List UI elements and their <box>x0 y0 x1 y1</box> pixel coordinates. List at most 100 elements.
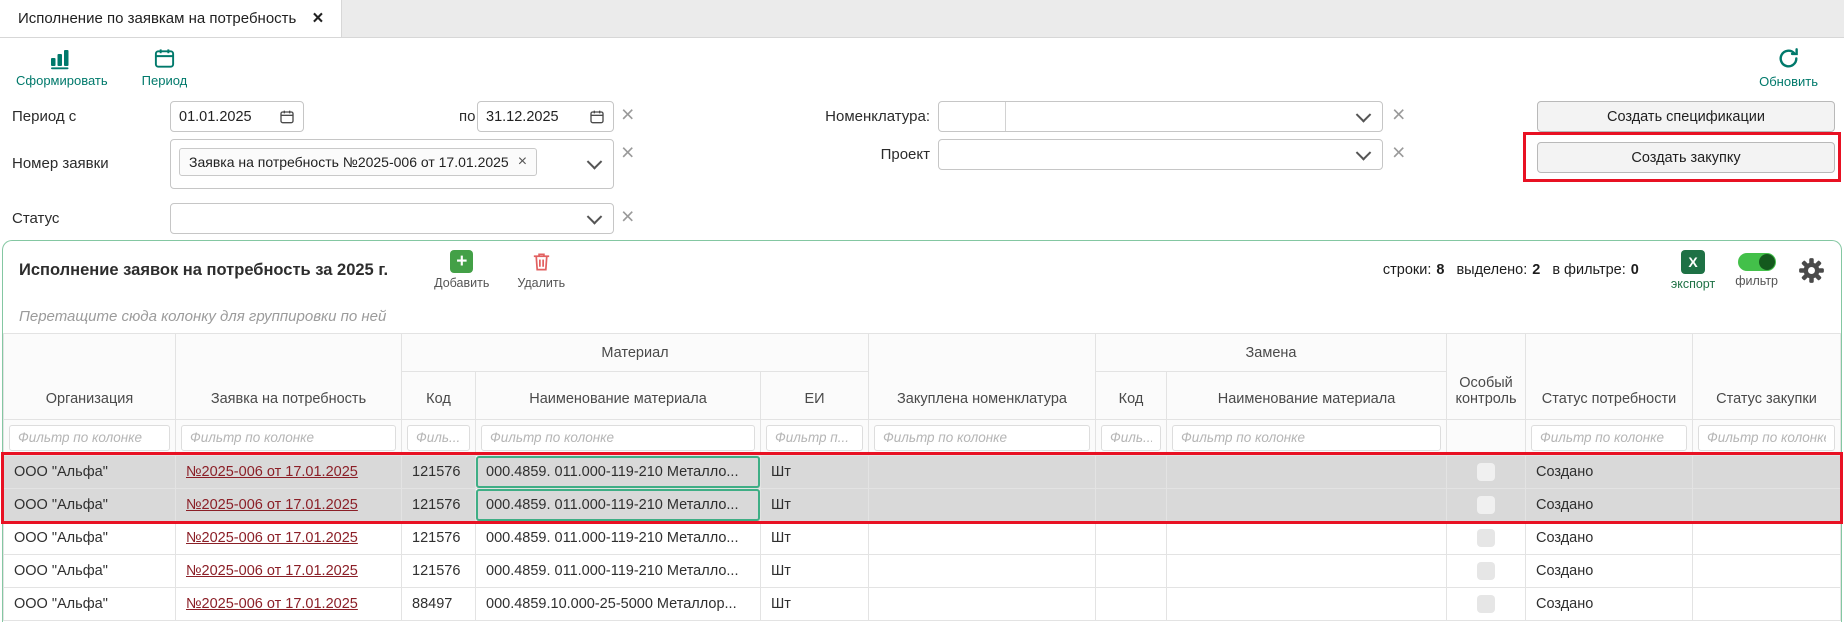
table-row[interactable]: ООО "Альфа" №2025-006 от 17.01.2025 1215… <box>4 489 1841 522</box>
cell-org[interactable]: ООО "Альфа" <box>4 522 176 555</box>
chevron-down-icon[interactable] <box>587 209 603 225</box>
add-row-button[interactable]: + Добавить <box>434 250 489 290</box>
col-header-org[interactable]: Организация <box>4 334 176 420</box>
request-link[interactable]: №2025-006 от 17.01.2025 <box>186 596 358 612</box>
project-select[interactable] <box>938 139 1383 170</box>
delete-row-button[interactable]: Удалить <box>517 250 565 290</box>
create-specifications-button[interactable]: Создать спецификации <box>1537 101 1835 132</box>
cell-unit[interactable]: Шт <box>761 555 869 588</box>
nomenclature-select[interactable] <box>938 101 1383 132</box>
cell-purchase-status[interactable] <box>1693 456 1841 489</box>
cell-material-name[interactable]: 000.4859. 011.000-119-210 Металло... <box>476 555 761 588</box>
cell-org[interactable]: ООО "Альфа" <box>4 489 176 522</box>
cell-special-control[interactable] <box>1447 522 1526 555</box>
clear-period-icon[interactable]: × <box>621 103 634 126</box>
cell-request[interactable]: №2025-006 от 17.01.2025 <box>176 588 402 621</box>
tab-close-icon[interactable]: × <box>312 9 323 28</box>
filter-input-request[interactable] <box>181 425 396 451</box>
selected-request-tag[interactable]: Заявка на потребность №2025-006 от 17.01… <box>179 148 537 176</box>
cell-material-name[interactable]: 000.4859. 011.000-119-210 Металло... <box>476 456 761 489</box>
col-header-code[interactable]: Код <box>402 372 476 420</box>
nomenclature-code-segment[interactable] <box>939 102 1006 131</box>
request-link[interactable]: №2025-006 от 17.01.2025 <box>186 563 358 579</box>
filter-input-code[interactable] <box>407 425 470 451</box>
cell-code[interactable]: 121576 <box>402 522 476 555</box>
cell-need-status[interactable]: Создано <box>1526 456 1693 489</box>
period-to-field[interactable] <box>477 101 614 132</box>
cell-purchase-status[interactable] <box>1693 489 1841 522</box>
period-to-input[interactable] <box>486 109 574 125</box>
cell-purchase-status[interactable] <box>1693 555 1841 588</box>
table-row[interactable]: ООО "Альфа" №2025-006 от 17.01.2025 1215… <box>4 522 1841 555</box>
filter-input-org[interactable] <box>9 425 170 451</box>
cell-request[interactable]: №2025-006 от 17.01.2025 <box>176 456 402 489</box>
cell-unit[interactable]: Шт <box>761 522 869 555</box>
calendar-icon[interactable] <box>589 109 605 125</box>
cell-replacement-name[interactable] <box>1167 489 1447 522</box>
cell-replacement-name[interactable] <box>1167 522 1447 555</box>
clear-nomenclature-icon[interactable]: × <box>1392 103 1405 126</box>
cell-special-control[interactable] <box>1447 456 1526 489</box>
cell-need-status[interactable]: Создано <box>1526 522 1693 555</box>
cell-need-status[interactable]: Создано <box>1526 588 1693 621</box>
cell-org[interactable]: ООО "Альфа" <box>4 588 176 621</box>
cell-purchase-status[interactable] <box>1693 522 1841 555</box>
cell-purchase-status[interactable] <box>1693 588 1841 621</box>
cell-material-name[interactable]: 000.4859. 011.000-119-210 Металло... <box>476 489 761 522</box>
period-button[interactable]: Период <box>142 47 188 88</box>
cell-code[interactable]: 88497 <box>402 588 476 621</box>
cell-request[interactable]: №2025-006 от 17.01.2025 <box>176 522 402 555</box>
period-from-input[interactable] <box>179 109 267 125</box>
cell-replacement-name[interactable] <box>1167 588 1447 621</box>
request-link[interactable]: №2025-006 от 17.01.2025 <box>186 497 358 513</box>
status-select[interactable] <box>170 203 614 234</box>
filter-toggle[interactable]: фильтр <box>1735 253 1778 288</box>
cell-unit[interactable]: Шт <box>761 489 869 522</box>
table-row[interactable]: ООО "Альфа" №2025-006 от 17.01.2025 1215… <box>4 555 1841 588</box>
cell-replacement-name[interactable] <box>1167 555 1447 588</box>
calendar-icon[interactable] <box>279 109 295 125</box>
table-row[interactable]: ООО "Альфа" №2025-006 от 17.01.2025 1215… <box>4 456 1841 489</box>
cell-replacement-code[interactable] <box>1096 588 1167 621</box>
cell-code[interactable]: 121576 <box>402 456 476 489</box>
chevron-down-icon[interactable] <box>1356 145 1372 161</box>
cell-purchased[interactable] <box>869 522 1096 555</box>
cell-code[interactable]: 121576 <box>402 489 476 522</box>
col-header-replacement-name[interactable]: Наименование материала <box>1167 372 1447 420</box>
period-from-field[interactable] <box>170 101 304 132</box>
special-control-checkbox[interactable] <box>1477 529 1495 547</box>
cell-unit[interactable]: Шт <box>761 588 869 621</box>
cell-replacement-code[interactable] <box>1096 555 1167 588</box>
cell-special-control[interactable] <box>1447 588 1526 621</box>
export-excel-button[interactable]: X экспорт <box>1671 250 1715 291</box>
chevron-down-icon[interactable] <box>1356 107 1372 123</box>
cell-material-name[interactable]: 000.4859. 011.000-119-210 Металло... <box>476 522 761 555</box>
clear-request-icon[interactable]: × <box>621 141 634 164</box>
create-purchase-button[interactable]: Создать закупку <box>1537 142 1835 173</box>
cell-purchased[interactable] <box>869 555 1096 588</box>
cell-purchased[interactable] <box>869 588 1096 621</box>
filter-input-replacement-code[interactable] <box>1101 425 1161 451</box>
col-header-purchase-status[interactable]: Статус закупки <box>1693 334 1841 420</box>
toggle-on-icon[interactable] <box>1738 253 1776 271</box>
filter-input-replacement-name[interactable] <box>1172 425 1441 451</box>
group-header-replacement[interactable]: Замена <box>1096 334 1447 372</box>
filter-input-material-name[interactable] <box>481 425 755 451</box>
cell-special-control[interactable] <box>1447 489 1526 522</box>
cell-purchased[interactable] <box>869 489 1096 522</box>
special-control-checkbox[interactable] <box>1477 463 1495 481</box>
request-link[interactable]: №2025-006 от 17.01.2025 <box>186 530 358 546</box>
special-control-checkbox[interactable] <box>1477 496 1495 514</box>
cell-org[interactable]: ООО "Альфа" <box>4 555 176 588</box>
cell-org[interactable]: ООО "Альфа" <box>4 456 176 489</box>
gear-icon[interactable] <box>1798 257 1825 284</box>
cell-code[interactable]: 121576 <box>402 555 476 588</box>
cell-unit[interactable]: Шт <box>761 456 869 489</box>
cell-special-control[interactable] <box>1447 555 1526 588</box>
group-header-material[interactable]: Материал <box>402 334 869 372</box>
request-link[interactable]: №2025-006 от 17.01.2025 <box>186 464 358 480</box>
table-row[interactable]: ООО "Альфа" №2025-006 от 17.01.2025 8849… <box>4 588 1841 621</box>
col-header-need-status[interactable]: Статус потребности <box>1526 334 1693 420</box>
request-number-select[interactable]: Заявка на потребность №2025-006 от 17.01… <box>170 139 614 189</box>
col-header-request[interactable]: Заявка на потребность <box>176 334 402 420</box>
